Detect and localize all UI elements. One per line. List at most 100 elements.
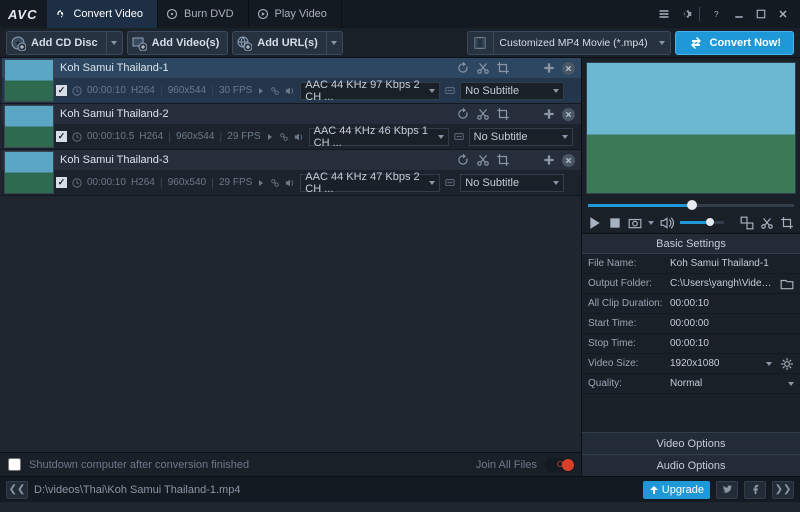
refresh-icon[interactable]	[456, 107, 470, 121]
convert-now-button[interactable]: Convert Now!	[675, 31, 795, 55]
shutdown-checkbox[interactable]	[8, 458, 21, 471]
gear-icon[interactable]	[780, 357, 794, 371]
crop-icon[interactable]	[496, 107, 510, 121]
subtitle-icon	[454, 132, 464, 142]
facebook-icon[interactable]	[744, 481, 766, 499]
upgrade-button[interactable]: Upgrade	[643, 481, 710, 499]
item-checkbox[interactable]: ✓	[56, 177, 67, 188]
tab-play-video[interactable]: Play Video	[249, 0, 342, 28]
file-path: D:\videos\Thai\Koh Samui Thailand-1.mp4	[34, 484, 240, 496]
filename-value[interactable]: Koh Samui Thailand-1	[670, 258, 794, 269]
cut-icon[interactable]	[476, 107, 490, 121]
thumbnail[interactable]	[4, 151, 54, 194]
help-icon[interactable]: ?	[708, 5, 726, 23]
remove-icon[interactable]	[562, 154, 575, 167]
chevron-down-icon[interactable]	[788, 382, 794, 386]
refresh-icon[interactable]	[456, 61, 470, 75]
folder-icon[interactable]	[780, 277, 794, 291]
audio-select[interactable]: AAC 44 KHz 46 Kbps 1 CH ...	[309, 128, 449, 146]
list-item[interactable]: Koh Samui Thailand-3 ✓ 00:00:10 H264| 96…	[0, 150, 581, 196]
twitter-icon[interactable]	[716, 481, 738, 499]
video-options-button[interactable]: Video Options	[582, 432, 800, 454]
list-item[interactable]: Koh Samui Thailand-1 ✓ 00:00:10 H264| 96…	[0, 58, 581, 104]
cut-icon[interactable]	[760, 216, 774, 230]
crop-icon[interactable]	[496, 61, 510, 75]
audio-select[interactable]: AAC 44 KHz 97 Kbps 2 CH ...	[300, 82, 440, 100]
subtitle-icon	[445, 178, 455, 188]
fps: 30 FPS	[219, 85, 252, 96]
add-urls-button[interactable]: Add URL(s)	[232, 31, 343, 55]
label: File Name:	[588, 258, 666, 269]
refresh-icon[interactable]	[456, 153, 470, 167]
tab-convert-video[interactable]: Convert Video	[47, 0, 158, 28]
subtitle-select[interactable]: No Subtitle	[469, 128, 573, 146]
link-icon[interactable]	[270, 86, 280, 96]
tab-burn-dvd[interactable]: Burn DVD	[158, 0, 249, 28]
button-label: Convert Now!	[710, 37, 782, 49]
volume-slider[interactable]	[680, 221, 724, 224]
clock-icon	[72, 86, 82, 96]
chevron-down-icon[interactable]	[766, 362, 772, 366]
seek-slider[interactable]	[588, 198, 794, 212]
add-cd-button[interactable]: Add CD Disc	[6, 31, 123, 55]
cut-icon[interactable]	[476, 153, 490, 167]
convert-icon	[688, 35, 704, 51]
add-videos-button[interactable]: Add Video(s)	[127, 31, 229, 55]
next-button[interactable]: ❯❯	[772, 481, 794, 499]
remove-icon[interactable]	[562, 62, 575, 75]
audio-select[interactable]: AAC 44 KHz 47 Kbps 2 CH ...	[300, 174, 440, 192]
link-icon[interactable]	[279, 132, 289, 142]
detach-icon[interactable]	[740, 216, 754, 230]
subtitle-select[interactable]: No Subtitle	[460, 82, 564, 100]
settings-icon[interactable]	[677, 5, 695, 23]
audio-options-button[interactable]: Audio Options	[582, 454, 800, 476]
minimize-icon[interactable]	[730, 5, 748, 23]
dropdown-arrow[interactable]	[654, 32, 670, 54]
maximize-icon[interactable]	[752, 5, 770, 23]
dropdown-arrow[interactable]	[106, 32, 122, 54]
chevron-down-icon[interactable]	[648, 221, 654, 225]
quality-value[interactable]: Normal	[670, 378, 784, 389]
outfolder-value[interactable]: C:\Users\yangh\Videos...	[670, 278, 776, 289]
output-profile-select[interactable]: Customized MP4 Movie (*.mp4)	[467, 31, 671, 55]
snapshot-button[interactable]	[628, 216, 642, 230]
item-checkbox[interactable]: ✓	[56, 85, 67, 96]
stop-button[interactable]	[608, 216, 622, 230]
item-title: Koh Samui Thailand-2	[56, 108, 450, 120]
label: Quality:	[588, 378, 666, 389]
join-files-label: Join All Files	[476, 459, 537, 471]
volume-icon[interactable]	[660, 216, 674, 230]
video-preview[interactable]	[586, 62, 796, 194]
crop-icon[interactable]	[496, 153, 510, 167]
stop-time-value[interactable]: 00:00:10	[670, 338, 794, 349]
item-checkbox[interactable]: ✓	[56, 131, 67, 142]
thumbnail[interactable]	[4, 59, 54, 102]
list-item[interactable]: Koh Samui Thailand-2 ✓ 00:00:10.5 H264| …	[0, 104, 581, 150]
play-button[interactable]	[588, 216, 602, 230]
globe-add-icon	[236, 35, 252, 51]
speaker-icon	[285, 178, 295, 188]
player-controls	[582, 212, 800, 234]
link-icon[interactable]	[270, 178, 280, 188]
subtitle-select[interactable]: No Subtitle	[460, 174, 564, 192]
add-icon[interactable]	[542, 107, 556, 121]
remove-icon[interactable]	[562, 108, 575, 121]
disc-icon	[166, 8, 178, 20]
resolution: 960x544	[176, 131, 214, 142]
cut-icon[interactable]	[476, 61, 490, 75]
prev-button[interactable]: ❮❮	[6, 481, 28, 499]
video-size-value[interactable]: 1920x1080	[670, 358, 762, 369]
crop-icon[interactable]	[780, 216, 794, 230]
menu-icon[interactable]	[655, 5, 673, 23]
thumbnail[interactable]	[4, 105, 54, 148]
dropdown-arrow[interactable]	[326, 32, 342, 54]
fps: 29 FPS	[219, 177, 252, 188]
add-icon[interactable]	[542, 61, 556, 75]
close-icon[interactable]	[774, 5, 792, 23]
film-icon	[468, 32, 494, 54]
label: All Clip Duration:	[588, 298, 666, 309]
fps: 29 FPS	[227, 131, 260, 142]
add-icon[interactable]	[542, 153, 556, 167]
value: 00:00:10	[670, 298, 794, 309]
start-time-value[interactable]: 00:00:00	[670, 318, 794, 329]
